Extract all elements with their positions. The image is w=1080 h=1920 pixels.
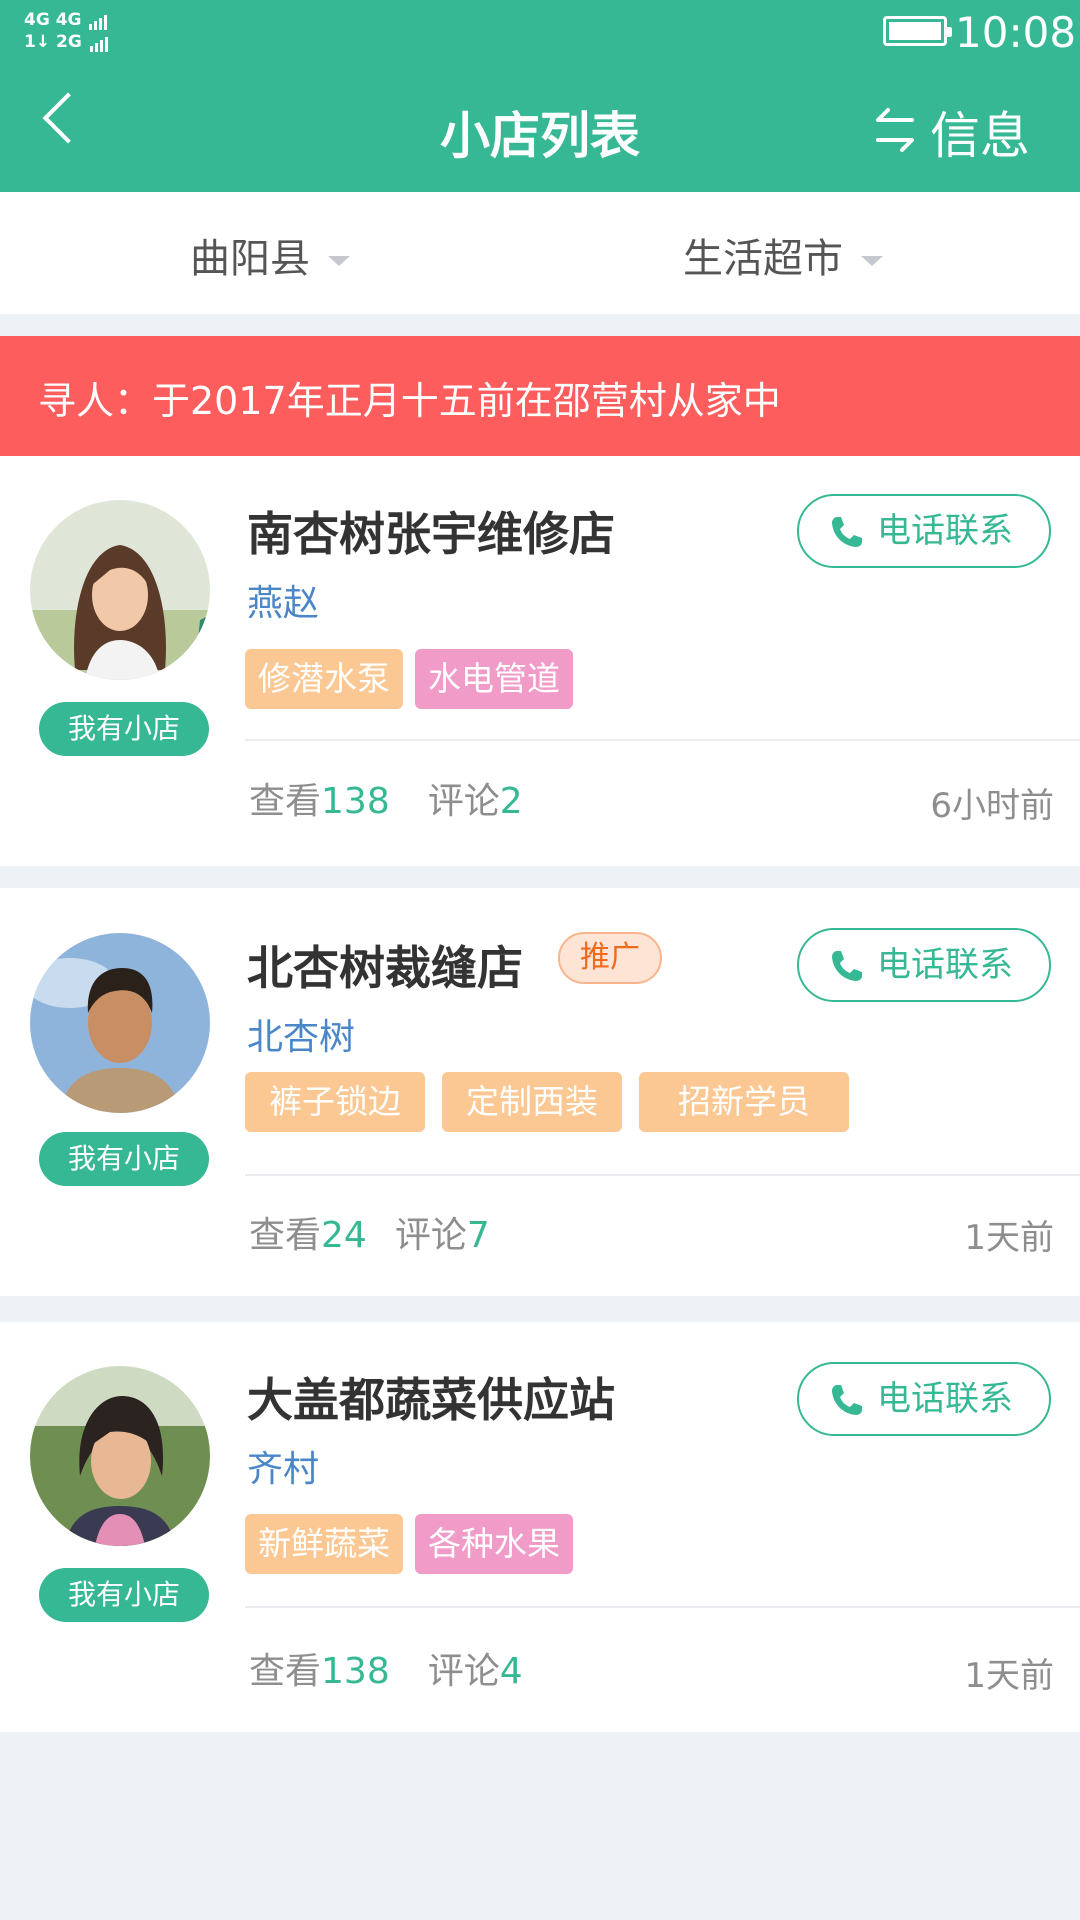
call-button-label: 电话联系 — [877, 1379, 1013, 1419]
network-label-2: 1↓ 2G — [24, 32, 82, 52]
shop-stats: 查看138 评论2 — [249, 772, 523, 824]
battery-icon — [883, 16, 952, 46]
shop-name[interactable]: 南杏树张宇维修店 — [247, 498, 615, 564]
views-count: 138 — [321, 1651, 390, 1692]
views-count: 138 — [321, 781, 390, 822]
call-button[interactable]: 电话联系 — [797, 494, 1051, 568]
views-label: 查看 — [249, 781, 322, 822]
county-filter-label: 曲阳县 — [190, 236, 310, 282]
signal-bars-icon — [89, 32, 110, 52]
caret-down-icon — [328, 256, 350, 266]
category-filter-dropdown[interactable]: 生活超市 — [683, 226, 883, 284]
signal-indicator-2: 1↓ 2G — [24, 32, 110, 52]
my-shop-badge[interactable]: 我有小店 — [39, 1568, 209, 1622]
shop-owner-photo-2 — [30, 933, 210, 1113]
shop-location[interactable]: 北杏树 — [247, 1008, 355, 1060]
tag: 各种水果 — [415, 1514, 573, 1574]
status-bar: 4G 4G 1↓ 2G 10:08 — [0, 0, 1080, 60]
post-time: 1天前 — [964, 1218, 1054, 1258]
shop-stats: 查看24 评论7 — [249, 1206, 490, 1258]
shop-card[interactable]: 我有小店 大盖都蔬菜供应站 电话联系 齐村 新鲜蔬菜 各种水果 查看138 评论4… — [0, 1322, 1080, 1732]
tag: 裤子锁边 — [245, 1072, 425, 1132]
shop-name[interactable]: 大盖都蔬菜供应站 — [247, 1364, 615, 1430]
phone-icon — [832, 951, 862, 981]
divider — [245, 1174, 1080, 1176]
caret-down-icon — [861, 256, 883, 266]
comments-label: 评论 — [427, 781, 500, 822]
call-button[interactable]: 电话联系 — [797, 928, 1051, 1002]
tag: 新鲜蔬菜 — [245, 1514, 403, 1574]
views-label: 查看 — [249, 1651, 322, 1692]
tag: 招新学员 — [639, 1072, 849, 1132]
comments-label: 评论 — [394, 1215, 467, 1256]
divider — [245, 739, 1080, 741]
call-button-label: 电话联系 — [877, 945, 1013, 985]
county-filter-dropdown[interactable]: 曲阳县 — [190, 226, 350, 284]
signal-bars-icon — [89, 10, 109, 30]
shop-card[interactable]: 我有小店 北杏树裁缝店 推广 电话联系 北杏树 裤子锁边 定制西装 招新学员 查… — [0, 888, 1080, 1296]
call-button-label: 电话联系 — [877, 511, 1013, 551]
shop-name[interactable]: 北杏树裁缝店 — [247, 932, 523, 998]
filter-bar: 曲阳县 生活超市 — [0, 192, 1080, 314]
shop-owner-photo-3 — [30, 1366, 210, 1546]
phone-icon — [832, 1385, 862, 1415]
page-title: 小店列表 — [440, 107, 640, 165]
views-label: 查看 — [249, 1215, 322, 1256]
shop-card[interactable]: 我有小店 南杏树张宇维修店 电话联系 燕赵 修潜水泵 水电管道 查看138 评论2… — [0, 456, 1080, 866]
call-button[interactable]: 电话联系 — [797, 1362, 1051, 1436]
shop-stats: 查看138 评论4 — [249, 1642, 523, 1694]
signal-indicator-1: 4G 4G — [24, 10, 109, 30]
shop-location[interactable]: 齐村 — [247, 1440, 319, 1492]
tag: 定制西装 — [442, 1072, 622, 1132]
comments-label: 评论 — [427, 1651, 500, 1692]
app-header: 4G 4G 1↓ 2G 10:08 小店列表 信息 — [0, 0, 1080, 192]
tag: 修潜水泵 — [245, 649, 403, 709]
notice-banner[interactable]: 寻人：于2017年正月十五前在邵营村从家中 — [0, 336, 1080, 456]
my-shop-badge[interactable]: 我有小店 — [39, 1132, 209, 1186]
category-filter-label: 生活超市 — [683, 236, 843, 282]
avatar[interactable] — [30, 500, 210, 680]
tag: 水电管道 — [415, 649, 573, 709]
shop-location[interactable]: 燕赵 — [247, 574, 319, 626]
divider — [245, 1606, 1080, 1608]
avatar[interactable] — [30, 1366, 210, 1546]
post-time: 6小时前 — [930, 786, 1054, 826]
info-button[interactable]: 信息 — [930, 96, 1030, 168]
status-time: 10:08 — [955, 8, 1077, 57]
shop-owner-photo-1 — [30, 500, 210, 680]
swap-arrows-icon[interactable] — [874, 104, 916, 156]
promoted-badge: 推广 — [558, 932, 662, 984]
network-label-1: 4G 4G — [24, 10, 82, 30]
phone-icon — [832, 517, 862, 547]
comments-count: 7 — [466, 1215, 490, 1256]
avatar[interactable] — [30, 933, 210, 1113]
comments-count: 2 — [499, 781, 523, 822]
views-count: 24 — [321, 1215, 367, 1256]
comments-count: 4 — [499, 1651, 523, 1692]
my-shop-badge[interactable]: 我有小店 — [39, 702, 209, 756]
post-time: 1天前 — [964, 1656, 1054, 1696]
